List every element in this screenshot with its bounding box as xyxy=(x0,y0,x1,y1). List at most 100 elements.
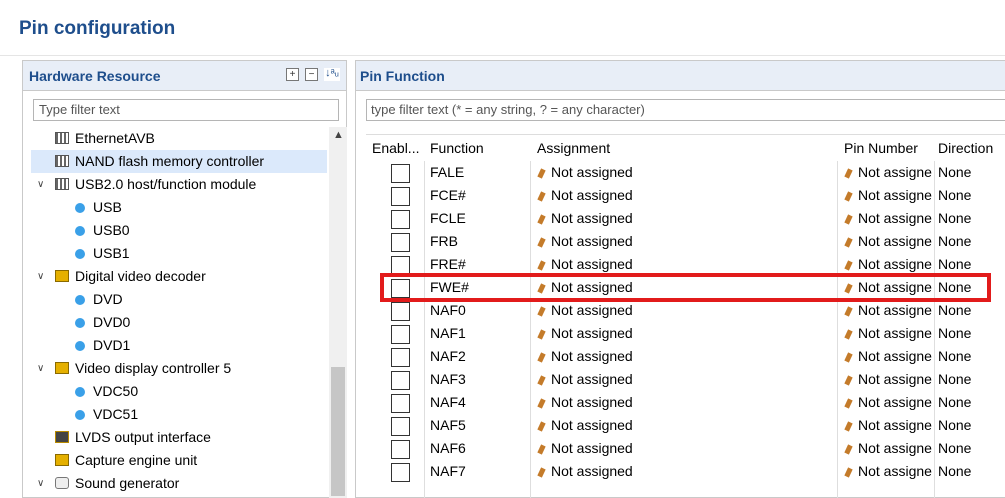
direction-cell[interactable]: None xyxy=(938,368,1005,391)
table-row[interactable]: FCLE Not assigned Not assigne None xyxy=(366,207,1005,230)
tree-item[interactable]: DVD xyxy=(31,288,327,311)
direction-cell[interactable]: None xyxy=(938,161,1005,184)
table-row[interactable]: FCE# Not assigned Not assigne None xyxy=(366,184,1005,207)
tree-item[interactable]: DVD1 xyxy=(31,334,327,357)
direction-cell[interactable]: None xyxy=(938,391,1005,414)
tree-item[interactable]: USB0 xyxy=(31,219,327,242)
table-row[interactable]: FRB Not assigned Not assigne None xyxy=(366,230,1005,253)
direction-cell[interactable]: None xyxy=(938,207,1005,230)
pin-filter-input[interactable]: type filter text (* = any string, ? = an… xyxy=(366,99,1005,121)
function-cell: FRB xyxy=(430,233,458,249)
pin-number-cell[interactable]: Not assigne xyxy=(844,230,944,253)
assignment-cell[interactable]: Not assigned xyxy=(537,460,837,483)
assignment-cell[interactable]: Not assigned xyxy=(537,207,837,230)
tree-item[interactable]: Capture engine unit xyxy=(31,449,327,472)
chevron-down-icon[interactable]: ∨ xyxy=(37,472,44,495)
direction-cell[interactable]: None xyxy=(938,345,1005,368)
page-title: Pin configuration xyxy=(19,18,176,39)
assignment-cell[interactable]: Not assigned xyxy=(537,345,837,368)
collapse-all-icon[interactable]: − xyxy=(305,68,318,81)
tree-item[interactable]: EthernetAVB xyxy=(31,127,327,150)
direction-cell[interactable]: None xyxy=(938,437,1005,460)
tree-item[interactable]: USB1 xyxy=(31,242,327,265)
column-function[interactable]: Function xyxy=(430,135,530,161)
tree-scrollbar[interactable]: ▲ xyxy=(329,127,347,498)
expand-all-icon[interactable]: + xyxy=(286,68,299,81)
enable-checkbox[interactable] xyxy=(391,302,410,321)
scroll-up-icon[interactable]: ▲ xyxy=(333,129,344,141)
enable-checkbox[interactable] xyxy=(391,233,410,252)
chevron-down-icon[interactable]: ∨ xyxy=(37,173,44,196)
assignment-cell[interactable]: Not assigned xyxy=(537,161,837,184)
table-row[interactable]: NAF6 Not assigned Not assigne None xyxy=(366,437,1005,460)
table-row[interactable]: FALE Not assigned Not assigne None xyxy=(366,161,1005,184)
pin-number-cell[interactable]: Not assigne xyxy=(844,161,944,184)
pin-number-cell[interactable]: Not assigne xyxy=(844,345,944,368)
tree-item[interactable]: LVDS output interface xyxy=(31,426,327,449)
table-row[interactable]: NAF1 Not assigned Not assigne None xyxy=(366,322,1005,345)
assignment-cell[interactable]: Not assigned xyxy=(537,299,837,322)
tree-item[interactable]: USB xyxy=(31,196,327,219)
assignment-cell[interactable]: Not assigned xyxy=(537,414,837,437)
pin-number-cell[interactable]: Not assigne xyxy=(844,207,944,230)
column-pin-number[interactable]: Pin Number xyxy=(844,135,944,161)
tree-item-label: Digital video decoder xyxy=(75,268,206,284)
table-row[interactable]: NAF0 Not assigned Not assigne None xyxy=(366,299,1005,322)
enable-checkbox[interactable] xyxy=(391,371,410,390)
assignment-cell[interactable]: Not assigned xyxy=(537,322,837,345)
assignment-cell[interactable]: Not assigned xyxy=(537,230,837,253)
table-row[interactable]: NAF3 Not assigned Not assigne None xyxy=(366,368,1005,391)
pin-number-cell[interactable]: Not assigne xyxy=(844,414,944,437)
tree-item[interactable]: DVD0 xyxy=(31,311,327,334)
column-direction[interactable]: Direction xyxy=(938,135,1005,161)
pin-number-cell[interactable]: Not assigne xyxy=(844,437,944,460)
hardware-resource-title: Hardware Resource xyxy=(29,68,161,84)
tree-item[interactable]: ∨ Digital video decoder xyxy=(31,265,327,288)
chevron-down-icon[interactable]: ∨ xyxy=(37,265,44,288)
pin-number-cell[interactable]: Not assigne xyxy=(844,299,944,322)
direction-cell[interactable]: None xyxy=(938,322,1005,345)
enable-checkbox[interactable] xyxy=(391,187,410,206)
pin-number-cell[interactable]: Not assigne xyxy=(844,391,944,414)
hardware-filter-input[interactable]: Type filter text xyxy=(33,99,339,121)
direction-cell[interactable]: None xyxy=(938,184,1005,207)
direction-cell[interactable]: None xyxy=(938,414,1005,437)
chevron-down-icon[interactable]: ∨ xyxy=(37,357,44,380)
tree-item[interactable]: NAND flash memory controller xyxy=(31,150,327,173)
direction-cell[interactable]: None xyxy=(938,230,1005,253)
pin-number-cell[interactable]: Not assigne xyxy=(844,368,944,391)
pin-number-cell[interactable]: Not assigne xyxy=(844,322,944,345)
enable-checkbox[interactable] xyxy=(391,164,410,183)
enable-checkbox[interactable] xyxy=(391,210,410,229)
assignment-cell[interactable]: Not assigned xyxy=(537,368,837,391)
tree-item[interactable]: ∨ USB2.0 host/function module xyxy=(31,173,327,196)
pin-number-cell[interactable]: Not assigne xyxy=(844,460,944,483)
tree-item[interactable]: VDC51 xyxy=(31,403,327,426)
hardware-resource-panel: Hardware Resource + − ↓ᵃᵤ Type filter te… xyxy=(22,60,347,498)
enable-checkbox[interactable] xyxy=(391,325,410,344)
table-row[interactable]: NAF4 Not assigned Not assigne None xyxy=(366,391,1005,414)
enable-cell xyxy=(366,184,424,207)
assignment-cell[interactable]: Not assigned xyxy=(537,184,837,207)
tree-item[interactable]: ∨ Sound generator xyxy=(31,472,327,495)
tree-item[interactable]: VDC50 xyxy=(31,380,327,403)
pin-number-value: Not assigne xyxy=(858,256,932,272)
enable-checkbox[interactable] xyxy=(391,440,410,459)
pin-number-cell[interactable]: Not assigne xyxy=(844,184,944,207)
column-enable[interactable]: Enabl... xyxy=(366,135,424,161)
direction-cell[interactable]: None xyxy=(938,299,1005,322)
enable-checkbox[interactable] xyxy=(391,394,410,413)
column-assignment[interactable]: Assignment xyxy=(537,135,837,161)
enable-checkbox[interactable] xyxy=(391,348,410,367)
enable-checkbox[interactable] xyxy=(391,417,410,436)
table-row[interactable]: NAF7 Not assigned Not assigne None xyxy=(366,460,1005,483)
table-row[interactable]: NAF5 Not assigned Not assigne None xyxy=(366,414,1005,437)
direction-cell[interactable]: None xyxy=(938,460,1005,483)
tree-item[interactable]: ∨ Video display controller 5 xyxy=(31,357,327,380)
assignment-cell[interactable]: Not assigned xyxy=(537,391,837,414)
enable-checkbox[interactable] xyxy=(391,463,410,482)
assignment-cell[interactable]: Not assigned xyxy=(537,437,837,460)
table-row[interactable]: NAF2 Not assigned Not assigne None xyxy=(366,345,1005,368)
sort-az-icon[interactable]: ↓ᵃᵤ xyxy=(324,68,340,81)
scrollbar-thumb[interactable] xyxy=(331,367,345,496)
